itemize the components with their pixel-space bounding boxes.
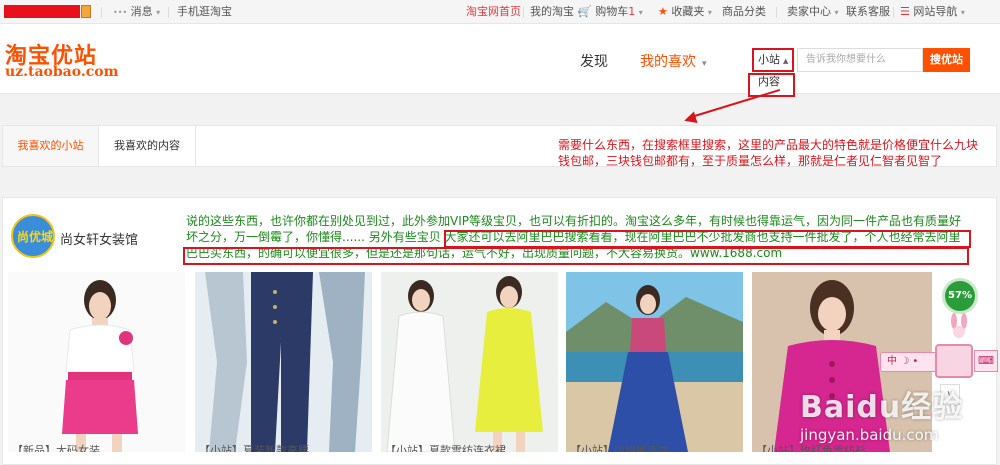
mobile-taobao-link[interactable]: 手机逛淘宝 [177,5,232,19]
separator [168,7,169,18]
nav-my-likes[interactable]: 我的喜欢 ▾ [640,51,707,71]
seller-center-link[interactable]: 卖家中心 ▾ [787,5,839,20]
customer-service-link[interactable]: 联系客服 [846,5,890,19]
product-image [566,272,743,452]
baidu-watermark-logo: Baidu经验 [800,390,964,425]
separator [893,7,894,18]
product-item[interactable]: 【小站】夏装新款高腰... [195,272,372,452]
tab-liked-shops[interactable]: 我喜欢的小站 [3,126,99,166]
star-icon: ★ [658,5,668,18]
dot-icon: • [912,356,919,367]
memory-gauge[interactable]: 57% [942,278,978,314]
menu-icon: ☰ [900,5,910,18]
chevron-down-icon: ▾ [834,8,839,17]
dots-icon: ••• [113,8,128,17]
top-bar: ••• 消息 ▾ 手机逛淘宝 淘宝网首页 我的淘宝 ▾ 🛒 购物车1 ▾ ★ 收… [0,0,1000,24]
annotation-red-text: 需要什么东西，在搜索框里搜索，这里的产品最大的特色就是价格便宜什么九块钱包邮，三… [558,138,979,168]
ime-avatar-icon[interactable] [935,344,973,378]
chevron-down-icon: ▾ [156,8,161,17]
search-type-select[interactable]: 小站 ▲ [752,48,794,72]
product-image [195,272,372,452]
taobao-home-link[interactable]: 淘宝网首页 [466,5,521,19]
edit-icon[interactable] [81,5,91,18]
baidu-watermark-url: jingyan.baidu.com [800,426,939,444]
nav-discover[interactable]: 发现 [580,51,608,71]
search-button[interactable]: 搜优站 [923,48,970,72]
product-item[interactable]: 【小站】夏款雪纺连衣裙... [381,272,558,452]
triangle-up-icon: ▲ [783,57,789,65]
bunny-icon [951,313,967,338]
product-image [8,272,185,452]
messages-link[interactable]: ••• 消息 ▾ [113,5,160,20]
cart-count: 1 [628,5,636,18]
product-item[interactable]: 【小站】阔腿裤连体... [566,272,743,452]
separator [101,7,102,18]
product-caption: 【小站】阔腿裤连体... [570,444,680,452]
keyboard-icon[interactable]: ⌨ [974,350,998,372]
product-caption: 【小站】夏款雪纺连衣裙... [385,444,517,452]
shop-name[interactable]: 尚女轩女装馆 [60,229,138,248]
tab-liked-content[interactable]: 我喜欢的内容 [99,126,196,166]
logo-url: uz.taobao.com [5,64,119,80]
search-input[interactable]: 告诉我你想要什么 [797,48,923,72]
product-caption: 【小站】夏装新款高腰... [199,444,320,452]
chevron-down-icon: ▾ [707,8,712,17]
header: 淘宝优站 uz.taobao.com 发现 我的喜欢 ▾ 小站 ▲ 告诉我你想要什么… [0,24,1000,94]
username-redacted [4,5,80,18]
chevron-down-icon: ▾ [638,8,643,17]
product-item[interactable]: 【新品】大码女装... [8,272,185,452]
separator [776,7,777,18]
moon-icon: ☽ [900,356,910,367]
cart-link[interactable]: 🛒 购物车1 ▾ [578,5,643,20]
site-nav-link[interactable]: ☰ 网站导航 ▾ [900,5,965,20]
shop-avatar[interactable]: 尚优城 [11,214,55,258]
favorites-link[interactable]: ★ 收藏夹 ▾ [658,5,712,20]
ime-toolbar[interactable]: 中 ☽ • [880,352,940,372]
product-caption: 【新品】大码女装... [12,444,111,452]
my-taobao-link[interactable]: 我的淘宝 ▾ [530,5,582,20]
cart-icon: 🛒 [578,5,592,18]
categories-link[interactable]: 商品分类 [722,5,766,19]
separator [523,7,524,18]
annotation-highlight-box [183,247,969,265]
chevron-down-icon: ▾ [702,59,707,69]
chevron-down-icon: ▾ [960,8,965,17]
product-image [381,272,558,452]
annotation-highlight-box [444,230,971,248]
